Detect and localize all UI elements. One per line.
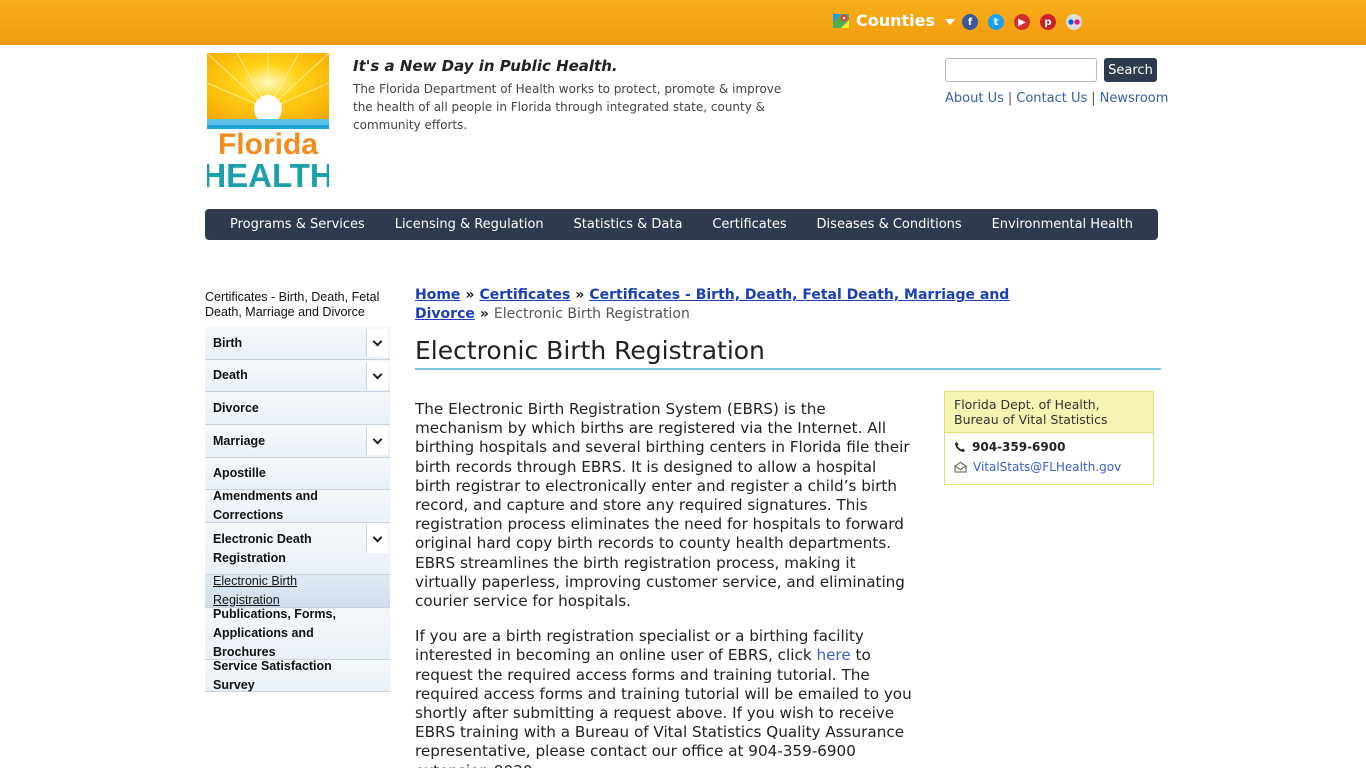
- nav-diseases-conditions[interactable]: Diseases & Conditions: [817, 217, 962, 232]
- sidebar-item-marriage[interactable]: Marriage: [205, 425, 390, 458]
- sidebar-nav: Birth Death Divorce Marriage Apostille A…: [205, 327, 390, 692]
- sidebar-item-label: Service Satisfaction Survey: [213, 658, 332, 692]
- sidebar-item-label: Electronic Death Registration: [213, 531, 312, 565]
- nav-programs-services[interactable]: Programs & Services: [230, 217, 365, 232]
- breadcrumb-certificates[interactable]: Certificates: [479, 287, 570, 303]
- sidebar-item-label: Death: [213, 368, 248, 382]
- about-us-link[interactable]: About Us: [945, 91, 1004, 106]
- chevron-down-icon: [945, 18, 956, 25]
- chevron-down-icon: [372, 532, 383, 542]
- chevron-down-icon: [372, 434, 383, 444]
- search-input[interactable]: [945, 58, 1097, 82]
- counties-menu[interactable]: Counties: [832, 11, 956, 30]
- nav-licensing-regulation[interactable]: Licensing & Regulation: [395, 217, 544, 232]
- sidebar-item-label: Apostille: [213, 466, 266, 480]
- top-bar: Counties f t ▶ p: [0, 0, 1366, 45]
- sidebar-item-service-satisfaction-survey[interactable]: Service Satisfaction Survey: [205, 658, 390, 692]
- expand-toggle[interactable]: [366, 427, 388, 455]
- utility-links: About Us | Contact Us | Newsroom: [945, 91, 1169, 106]
- contact-email-address[interactable]: VitalStats@FLHealth.gov: [973, 460, 1121, 474]
- page-title: Electronic Birth Registration: [415, 336, 765, 365]
- main-content: The Electronic Birth Registration System…: [415, 400, 915, 768]
- map-icon: [833, 13, 849, 28]
- logo-text-bottom: HEALTH: [207, 157, 329, 189]
- sidebar-item-label: Publications, Forms, Applications and Br…: [213, 607, 336, 659]
- facebook-icon[interactable]: f: [962, 14, 978, 30]
- nav-environmental-health[interactable]: Environmental Health: [992, 217, 1133, 232]
- sidebar-item-birth[interactable]: Birth: [205, 327, 390, 360]
- expand-toggle[interactable]: [366, 362, 388, 390]
- sidebar-item-apostille[interactable]: Apostille: [205, 458, 390, 490]
- tagline: It's a New Day in Public Health.: [353, 57, 618, 75]
- newsroom-link[interactable]: Newsroom: [1100, 91, 1169, 106]
- main-nav: Programs & Services Licensing & Regulati…: [205, 209, 1158, 240]
- contact-us-link[interactable]: Contact Us: [1016, 91, 1087, 106]
- sidebar-item-label: Amendments and Corrections: [213, 489, 318, 522]
- florida-health-logo[interactable]: Florida HEALTH: [202, 52, 334, 194]
- flickr-icon[interactable]: [1066, 14, 1082, 30]
- breadcrumb: Home» Certificates» Certificates - Birth, …: [415, 286, 1155, 324]
- contact-box: Florida Dept. of Health, Bureau of Vital…: [944, 391, 1154, 485]
- para2-text-after: to request the required access forms and…: [415, 646, 912, 768]
- sidebar-item-amendments[interactable]: Amendments and Corrections: [205, 489, 390, 523]
- contact-phone-number: 904-359-6900: [972, 440, 1066, 454]
- phone-icon: [955, 442, 965, 452]
- breadcrumb-separator: »: [465, 287, 475, 303]
- counties-label[interactable]: Counties: [856, 11, 935, 30]
- sidebar-item-label: Marriage: [213, 433, 266, 448]
- sidebar-item-publications-forms[interactable]: Publications, Forms, Applications and Br…: [205, 607, 390, 660]
- sidebar-item-electronic-death-registration[interactable]: Electronic Death Registration: [205, 523, 390, 575]
- para2-text-before: If you are a birth registration speciali…: [415, 627, 864, 665]
- sidebar-item-electronic-birth-registration[interactable]: Electronic Birth Registration: [205, 574, 390, 608]
- breadcrumb-separator: »: [479, 306, 489, 322]
- twitter-icon[interactable]: t: [988, 14, 1004, 30]
- breadcrumb-separator: »: [575, 287, 585, 303]
- paragraph-ebrs-access: If you are a birth registration speciali…: [415, 627, 915, 768]
- envelope-icon: [954, 461, 967, 473]
- sidebar-item-death[interactable]: Death: [205, 360, 390, 392]
- title-divider: [415, 368, 1161, 370]
- contact-heading: Florida Dept. of Health, Bureau of Vital…: [945, 392, 1153, 433]
- contact-email[interactable]: VitalStats@FLHealth.gov: [945, 457, 1153, 477]
- nav-statistics-data[interactable]: Statistics & Data: [574, 217, 683, 232]
- youtube-icon[interactable]: ▶: [1014, 14, 1030, 30]
- chevron-down-icon: [372, 336, 383, 346]
- social-links: f t ▶ p: [962, 14, 1082, 30]
- chevron-down-icon: [372, 369, 383, 379]
- breadcrumb-home[interactable]: Home: [415, 287, 460, 303]
- paragraph-ebrs-description: The Electronic Birth Registration System…: [415, 400, 910, 611]
- breadcrumb-current: Electronic Birth Registration: [493, 306, 690, 322]
- search-button[interactable]: Search: [1104, 58, 1157, 82]
- contact-phone[interactable]: 904-359-6900: [945, 437, 1153, 457]
- sidebar-item-label: Divorce: [213, 400, 259, 415]
- sidebar-item-divorce[interactable]: Divorce: [205, 392, 390, 425]
- sidebar-item-label: Birth: [213, 335, 243, 350]
- mission-statement: The Florida Department of Health works t…: [353, 82, 782, 132]
- nav-certificates[interactable]: Certificates: [712, 217, 786, 232]
- request-access-link[interactable]: here: [816, 646, 850, 664]
- sidebar-title: Certificates - Birth, Death, Fetal Death…: [205, 290, 380, 319]
- pinterest-icon[interactable]: p: [1040, 14, 1056, 30]
- expand-toggle[interactable]: [366, 329, 388, 357]
- expand-toggle[interactable]: [366, 525, 388, 553]
